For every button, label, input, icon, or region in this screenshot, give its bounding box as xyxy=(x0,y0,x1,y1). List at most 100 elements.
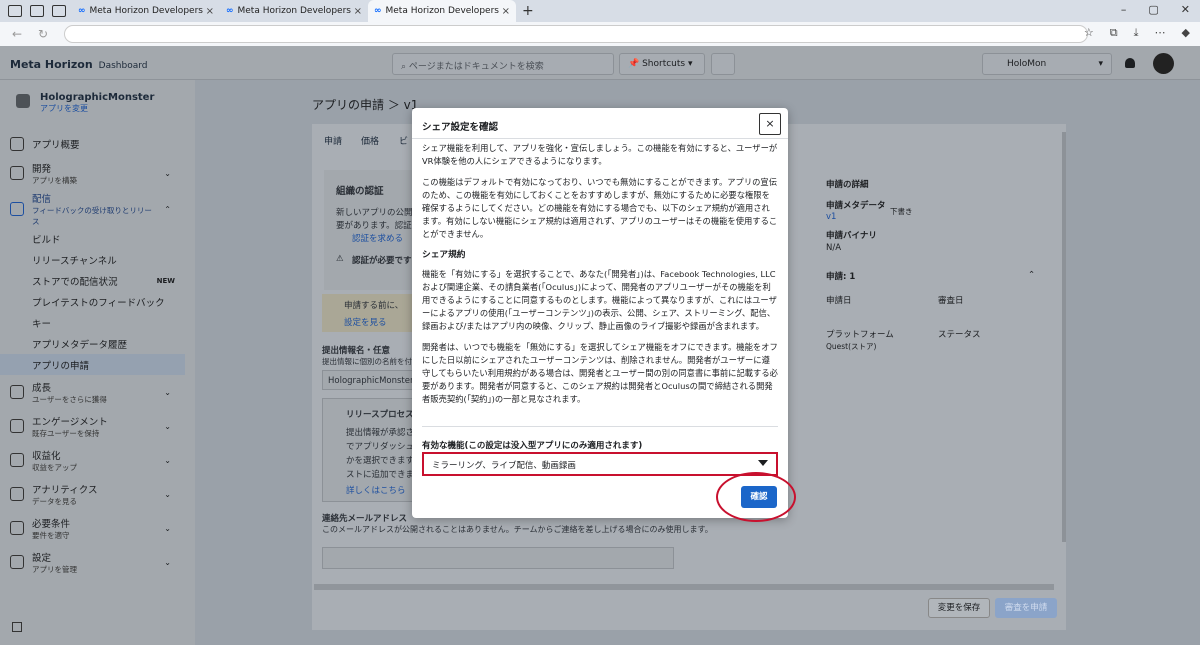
back-icon[interactable]: ← xyxy=(12,27,26,41)
new-badge: NEW xyxy=(156,276,175,285)
feedback-button[interactable] xyxy=(711,53,735,75)
minimize-icon[interactable]: – xyxy=(1121,3,1127,16)
sidebar-item-analytics[interactable]: アナリティクス データを見る ⌄ xyxy=(0,477,195,511)
download-icon[interactable]: ⤓ xyxy=(1134,26,1139,40)
chevron-down-icon xyxy=(758,460,768,466)
dialog-body: シェア機能を利用して、アプリを強化・宣伝しましょう。この機能を有効にすると、ユー… xyxy=(422,143,778,404)
users-icon xyxy=(10,419,24,433)
submit-review-button[interactable]: 審査を申請 xyxy=(995,598,1057,618)
workspaces-icon[interactable] xyxy=(30,5,44,17)
chevron-down-icon: ⌄ xyxy=(164,387,171,397)
top-header: Meta Horizon Dashboard ⌕ ページまたはドキュメントを検索 … xyxy=(0,46,1200,80)
app-overview-icon xyxy=(10,137,24,151)
browser-menu-icon[interactable] xyxy=(8,5,22,17)
collapse-sidebar-icon[interactable] xyxy=(12,622,22,632)
sidebar-item-settings[interactable]: 設定 アプリを管理 ⌄ xyxy=(0,545,195,579)
growth-icon xyxy=(10,385,24,399)
chevron-down-icon: ▾ xyxy=(1098,59,1103,69)
bell-icon[interactable] xyxy=(1125,58,1135,68)
avatar[interactable] xyxy=(1153,53,1174,74)
chevron-down-icon: ⌄ xyxy=(164,523,171,533)
app-icon xyxy=(16,94,30,108)
browser-tab[interactable]: ∞ Meta Horizon Developers × xyxy=(220,0,368,22)
sidebar-item-release-channels[interactable]: リリースチャンネル xyxy=(0,249,195,270)
browser-tabbar: ∞ Meta Horizon Developers × ∞ Meta Horizon … xyxy=(0,0,1200,22)
close-tab-icon[interactable]: × xyxy=(502,6,510,17)
sidebar-item-distribute[interactable]: 配信 フィードバックの受け取りとリリース ⌃ xyxy=(0,190,195,228)
chevron-up-icon[interactable]: ⌃ xyxy=(1028,270,1035,280)
sidebar-item-engagement[interactable]: エンゲージメント 既存ユーザーを保持 ⌄ xyxy=(0,409,195,443)
divider xyxy=(422,426,778,427)
divider xyxy=(412,138,788,139)
meta-tab-icon: ∞ xyxy=(374,6,382,16)
features-select[interactable]: ミラーリング、ライブ配信、動画録画 xyxy=(422,452,778,476)
page-title: アプリの申請 ＞ v1 xyxy=(312,98,419,112)
maximize-icon[interactable]: ▢ xyxy=(1148,3,1158,16)
browser-tab[interactable]: ∞ Meta Horizon Developers × xyxy=(72,0,220,22)
settings-link[interactable]: 設定を見る xyxy=(344,316,387,328)
tab-pricing[interactable]: 価格 xyxy=(361,134,379,147)
close-icon[interactable]: × xyxy=(759,113,781,135)
tab-submission[interactable]: 申請 xyxy=(324,134,342,147)
collections-icon[interactable]: ⧉ xyxy=(1110,26,1118,40)
browser-toolbar: ☆ ⧉ ⤓ ⋯ ◆ xyxy=(1084,26,1190,40)
more-icon[interactable]: ⋯ xyxy=(1155,26,1166,40)
meta-tab-icon: ∞ xyxy=(78,6,86,16)
window-controls: – ▢ ✕ xyxy=(1121,3,1190,16)
meta-tab-icon: ∞ xyxy=(226,6,234,16)
sidebar-item-requirements[interactable]: 必要条件 要件を適守 ⌄ xyxy=(0,511,195,545)
browser-tab-active[interactable]: ∞ Meta Horizon Developers × xyxy=(368,0,516,22)
sidebar-item-app-submission[interactable]: アプリの申請 xyxy=(0,354,185,375)
metadata-link[interactable]: v1 xyxy=(826,212,836,222)
tab-other[interactable]: ビ xyxy=(399,134,408,147)
warning-icon: ⚠ xyxy=(336,254,344,264)
sidebar-nav: アプリ概要 開発 アプリを構築 ⌄ 配信 フィードバックの受け取りとリリース ⌃ ビルド… xyxy=(0,132,195,579)
close-tab-icon[interactable]: × xyxy=(206,6,214,17)
chevron-down-icon: ⌄ xyxy=(164,455,171,465)
sidebar-item-growth[interactable]: 成長 ユーザーをさらに獲得 ⌄ xyxy=(0,375,195,409)
verify-link[interactable]: 認証を求める xyxy=(352,232,403,244)
status-badge: 下書き xyxy=(890,207,913,216)
chevron-down-icon: ⌄ xyxy=(164,168,171,178)
dialog-title: シェア設定を確認 xyxy=(422,122,499,133)
sidebar-item-builds[interactable]: ビルド xyxy=(0,228,195,249)
tab-actions-icon[interactable] xyxy=(52,5,66,17)
analytics-icon xyxy=(10,487,24,501)
chevron-down-icon: ⌄ xyxy=(164,489,171,499)
sidebar-item-keys[interactable]: キー xyxy=(0,312,195,333)
org-selector[interactable]: HoloMon ▾ xyxy=(982,53,1112,75)
horizontal-scrollbar[interactable] xyxy=(314,584,1054,590)
address-bar: ← ↻ ☆ ⧉ ⤓ ⋯ ◆ xyxy=(0,22,1200,46)
features-label: 有効な機能(この設定は没入型アプリにのみ適用されます) xyxy=(422,441,643,451)
shortcuts-button[interactable]: 📌 Shortcuts ▾ xyxy=(619,53,705,75)
highlight-circle xyxy=(716,472,796,522)
refresh-icon[interactable]: ↻ xyxy=(38,27,52,41)
chevron-up-icon: ⌃ xyxy=(164,204,171,214)
search-input[interactable]: ⌕ ページまたはドキュメントを検索 xyxy=(392,53,614,75)
copilot-icon[interactable]: ◆ xyxy=(1182,26,1190,40)
chevron-down-icon: ⌄ xyxy=(164,557,171,567)
email-input[interactable] xyxy=(322,547,674,569)
meta-horizon-logo[interactable]: Meta Horizon Dashboard xyxy=(10,58,148,71)
app-switcher[interactable]: HolographicMonster アプリを変更 xyxy=(16,92,154,114)
favorite-icon[interactable]: ☆ xyxy=(1084,26,1094,40)
sidebar-item-overview[interactable]: アプリ概要 xyxy=(0,132,195,156)
gear-icon xyxy=(10,555,24,569)
sidebar-item-develop[interactable]: 開発 アプリを構築 ⌄ xyxy=(0,156,195,190)
close-tab-icon[interactable]: × xyxy=(354,6,362,17)
share-settings-dialog: シェア設定を確認 × シェア機能を利用して、アプリを強化・宣伝しましょう。この機… xyxy=(412,108,788,518)
learn-more-link[interactable]: 詳しくはこちら xyxy=(346,484,406,496)
new-tab-icon[interactable]: + xyxy=(522,3,534,19)
wrench-icon xyxy=(10,166,24,180)
chevron-down-icon: ⌄ xyxy=(164,421,171,431)
sidebar-item-store-status[interactable]: ストアでの配信状況 NEW xyxy=(0,270,195,291)
money-icon xyxy=(10,453,24,467)
distribute-icon xyxy=(10,202,24,216)
sidebar-item-playtest[interactable]: プレイテストのフィードバック xyxy=(0,291,195,312)
save-changes-button[interactable]: 変更を保存 xyxy=(928,598,990,618)
url-input[interactable] xyxy=(64,25,1088,43)
sidebar-item-metadata-history[interactable]: アプリメタデータ履歴 xyxy=(0,333,195,354)
sidebar-item-monetization[interactable]: 収益化 収益をアップ ⌄ xyxy=(0,443,195,477)
vertical-scrollbar[interactable] xyxy=(1062,132,1066,542)
window-close-icon[interactable]: ✕ xyxy=(1181,3,1190,16)
